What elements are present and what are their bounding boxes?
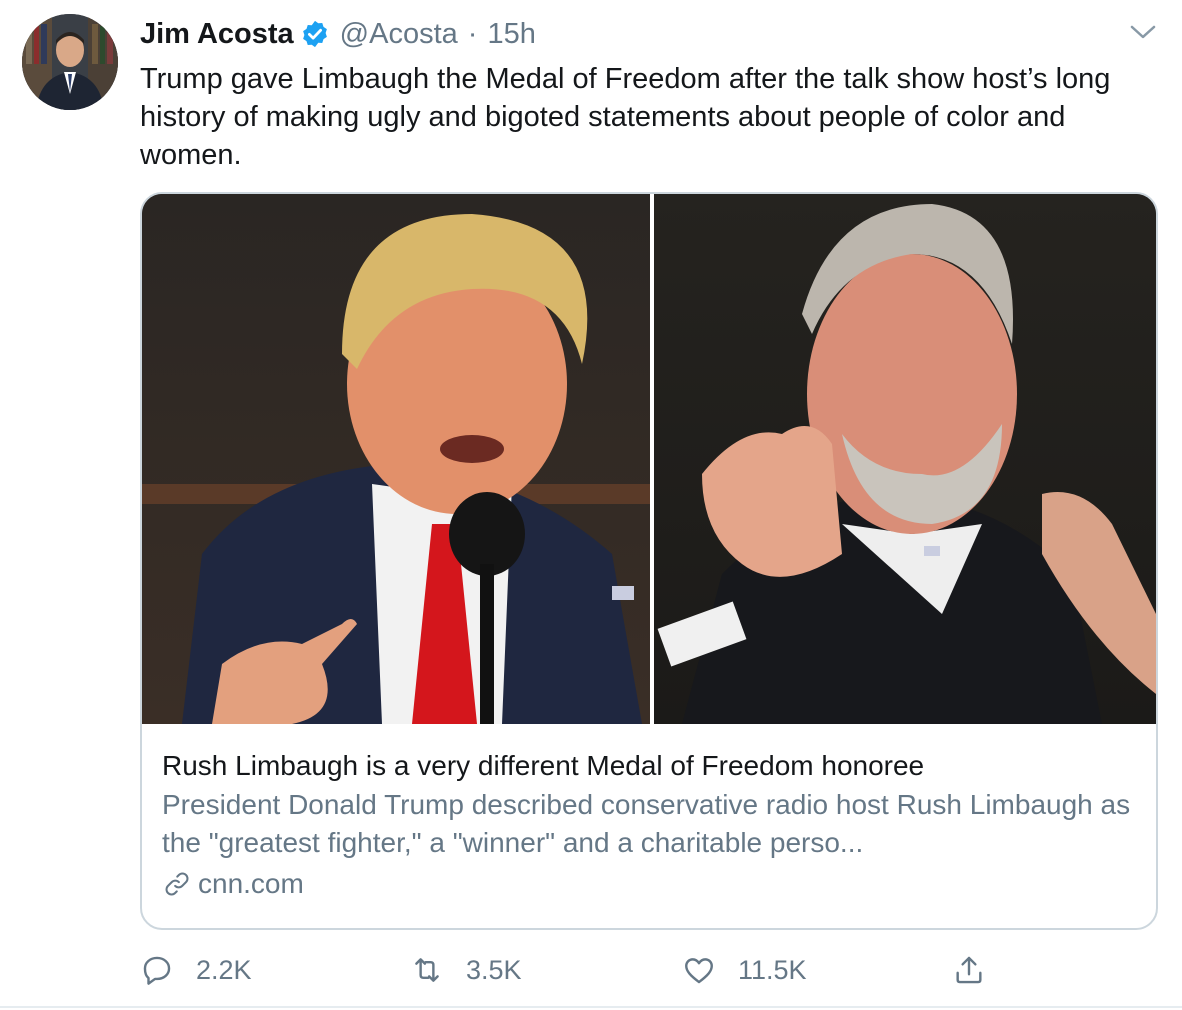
card-title[interactable]: Rush Limbaugh is a very different Medal … <box>162 746 1142 786</box>
tweet[interactable]: Jim Acosta @Acosta · 15h Trump gave Limb… <box>0 0 1182 1010</box>
reply-icon <box>143 956 171 985</box>
share-button[interactable] <box>952 948 1008 992</box>
avatar[interactable] <box>22 14 118 110</box>
author-name[interactable]: Jim Acosta <box>140 18 294 51</box>
like-button[interactable]: 11.5K <box>682 948 807 992</box>
verified-badge-icon <box>300 19 330 49</box>
tweet-header: Jim Acosta @Acosta · 15h <box>140 16 536 52</box>
reply-count: 2.2K <box>196 954 252 985</box>
chevron-down-icon[interactable] <box>1128 22 1158 42</box>
retweet-button[interactable]: 3.5K <box>410 948 522 992</box>
author-handle[interactable]: @Acosta <box>340 18 458 51</box>
card-image[interactable] <box>142 194 1156 724</box>
like-count: 11.5K <box>738 954 807 985</box>
link-icon <box>165 872 189 896</box>
tweet-text: Trump gave Limbaugh the Medal of Freedom… <box>140 63 1111 171</box>
card-body: Rush Limbaugh is a very different Medal … <box>162 746 1142 904</box>
profile-photo <box>22 14 118 110</box>
retweet-icon <box>415 958 439 982</box>
reply-button[interactable]: 2.2K <box>140 948 252 992</box>
article-photo <box>142 194 1156 724</box>
card-domain-text: cnn.com <box>198 868 304 899</box>
card-description: President Donald Trump described conserv… <box>162 789 1131 858</box>
share-icon <box>956 956 982 984</box>
tweet-actions: 2.2K 3.5K 11.5K <box>140 948 1020 992</box>
link-card[interactable]: Rush Limbaugh is a very different Medal … <box>140 192 1158 930</box>
heart-icon <box>685 958 713 984</box>
retweet-count: 3.5K <box>466 954 522 985</box>
tweet-divider <box>0 1006 1182 1008</box>
card-domain[interactable]: cnn.com <box>162 864 1142 904</box>
separator-dot: · <box>467 17 478 50</box>
timestamp[interactable]: 15h <box>487 18 535 51</box>
